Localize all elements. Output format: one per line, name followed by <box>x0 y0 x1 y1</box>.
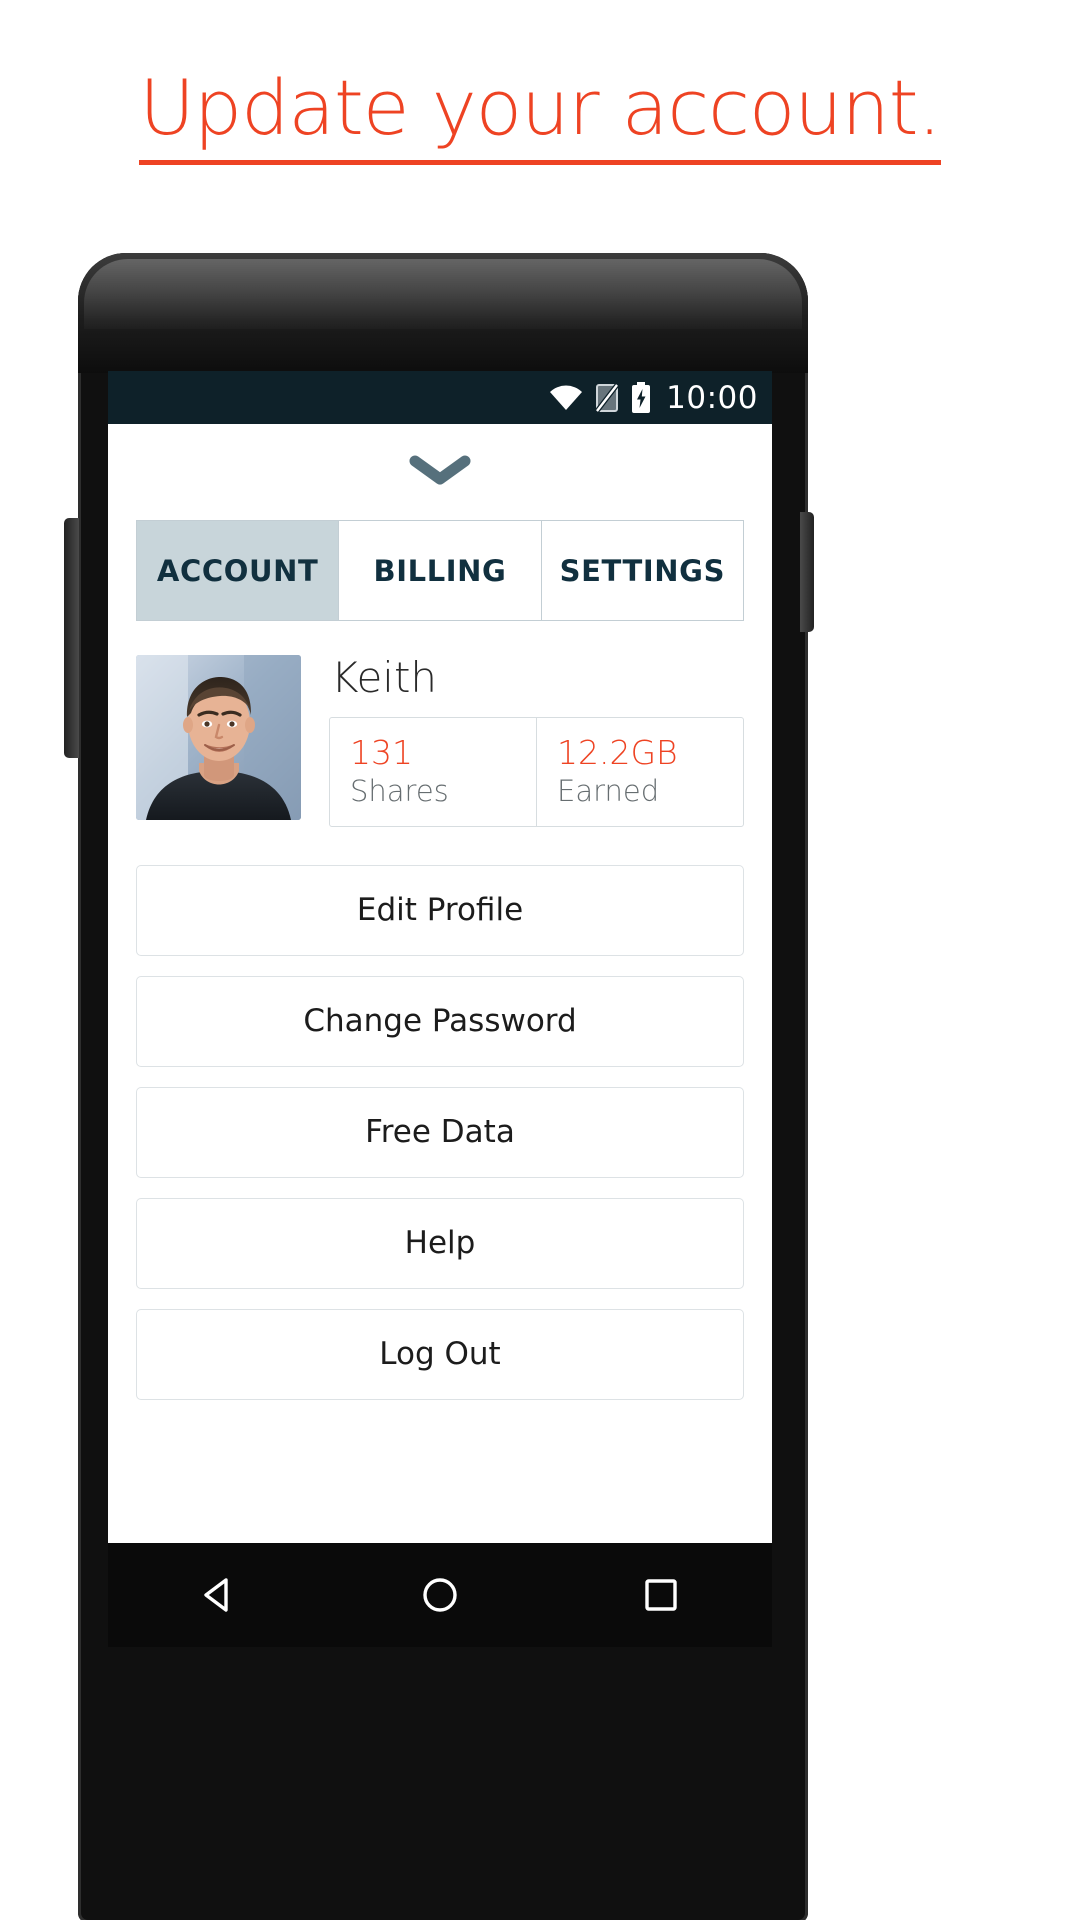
recents-square-icon[interactable] <box>640 1574 682 1616</box>
wifi-icon <box>549 385 583 411</box>
stat-shares-value: 131 <box>350 733 413 772</box>
status-bar-time: 10:00 <box>666 379 758 416</box>
profile-details: Keith 131 Shares 12.2GB Earned <box>329 655 744 827</box>
log-out-button[interactable]: Log Out <box>136 1308 744 1400</box>
stat-earned-label: Earned <box>557 774 660 809</box>
back-triangle-icon[interactable] <box>198 1574 240 1616</box>
app-content: ACCOUNT BILLING SETTINGS Keith 131 Share… <box>108 424 772 1543</box>
collapse-row[interactable] <box>136 424 744 520</box>
phone-bezel-highlight <box>84 259 802 329</box>
avatar[interactable] <box>136 655 301 820</box>
profile-section: Keith 131 Shares 12.2GB Earned <box>136 655 744 827</box>
battery-charging-icon <box>631 381 651 414</box>
headline-container: Update your account. <box>0 70 1080 165</box>
help-button[interactable]: Help <box>136 1197 744 1289</box>
stat-shares: 131 Shares <box>330 718 537 826</box>
tab-settings[interactable]: SETTINGS <box>541 521 743 620</box>
stats-panel: 131 Shares 12.2GB Earned <box>329 717 744 827</box>
page-root: Update your account. 10:00 ACCOUNT BILLI… <box>0 0 1080 1920</box>
tab-account[interactable]: ACCOUNT <box>137 521 340 620</box>
tab-bar: ACCOUNT BILLING SETTINGS <box>136 520 744 621</box>
sim-no-signal-icon <box>596 382 619 413</box>
status-bar: 10:00 <box>108 371 772 424</box>
power-button[interactable] <box>800 512 814 632</box>
phone-screen: 10:00 ACCOUNT BILLING SETTINGS Keith 131… <box>108 371 772 1543</box>
stat-shares-label: Shares <box>350 774 449 809</box>
android-nav-bar <box>108 1543 772 1647</box>
volume-button[interactable] <box>64 518 79 758</box>
edit-profile-button[interactable]: Edit Profile <box>136 864 744 956</box>
page-title: Update your account. <box>139 70 942 165</box>
stat-earned: 12.2GB Earned <box>537 718 743 826</box>
action-list: Edit Profile Change Password Free Data H… <box>136 864 744 1400</box>
change-password-button[interactable]: Change Password <box>136 975 744 1067</box>
free-data-button[interactable]: Free Data <box>136 1086 744 1178</box>
tab-billing[interactable]: BILLING <box>339 521 542 620</box>
stat-earned-value: 12.2GB <box>557 733 678 772</box>
home-circle-icon[interactable] <box>419 1574 461 1616</box>
user-name: Keith <box>331 653 438 702</box>
chevron-down-icon[interactable] <box>409 454 471 490</box>
